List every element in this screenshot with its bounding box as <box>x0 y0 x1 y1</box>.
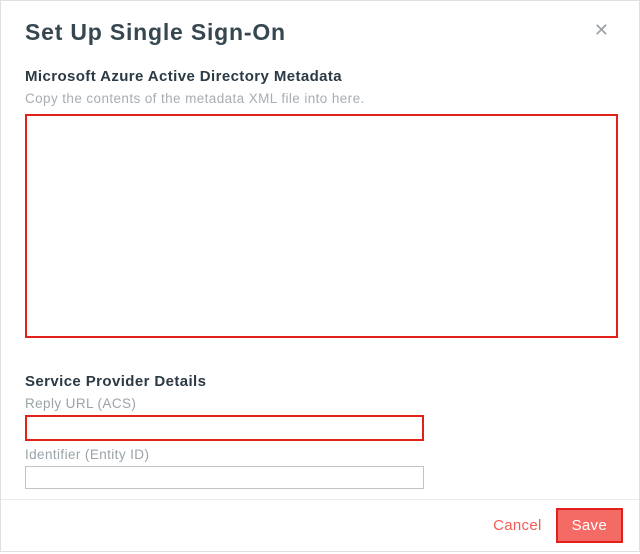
identifier-input[interactable] <box>25 466 424 489</box>
save-button[interactable]: Save <box>558 510 621 541</box>
identifier-label: Identifier (Entity ID) <box>25 447 615 462</box>
metadata-section: Microsoft Azure Active Directory Metadat… <box>25 68 615 343</box>
modal-title: Set Up Single Sign-On <box>25 19 286 46</box>
service-provider-section: Service Provider Details Reply URL (ACS)… <box>25 373 615 489</box>
metadata-xml-input[interactable] <box>25 114 618 338</box>
reply-url-input[interactable] <box>25 415 424 441</box>
sso-setup-modal: Set Up Single Sign-On ✕ Microsoft Azure … <box>0 0 640 552</box>
cancel-button[interactable]: Cancel <box>493 517 542 534</box>
reply-url-label: Reply URL (ACS) <box>25 396 615 411</box>
spd-heading: Service Provider Details <box>25 373 615 390</box>
modal-footer: Cancel Save <box>1 499 639 551</box>
close-icon[interactable]: ✕ <box>588 15 615 45</box>
metadata-subtext: Copy the contents of the metadata XML fi… <box>25 91 615 106</box>
save-button-highlight: Save <box>556 508 623 543</box>
modal-body: Set Up Single Sign-On ✕ Microsoft Azure … <box>1 1 639 499</box>
metadata-heading: Microsoft Azure Active Directory Metadat… <box>25 68 615 85</box>
modal-header: Set Up Single Sign-On ✕ <box>25 15 615 68</box>
